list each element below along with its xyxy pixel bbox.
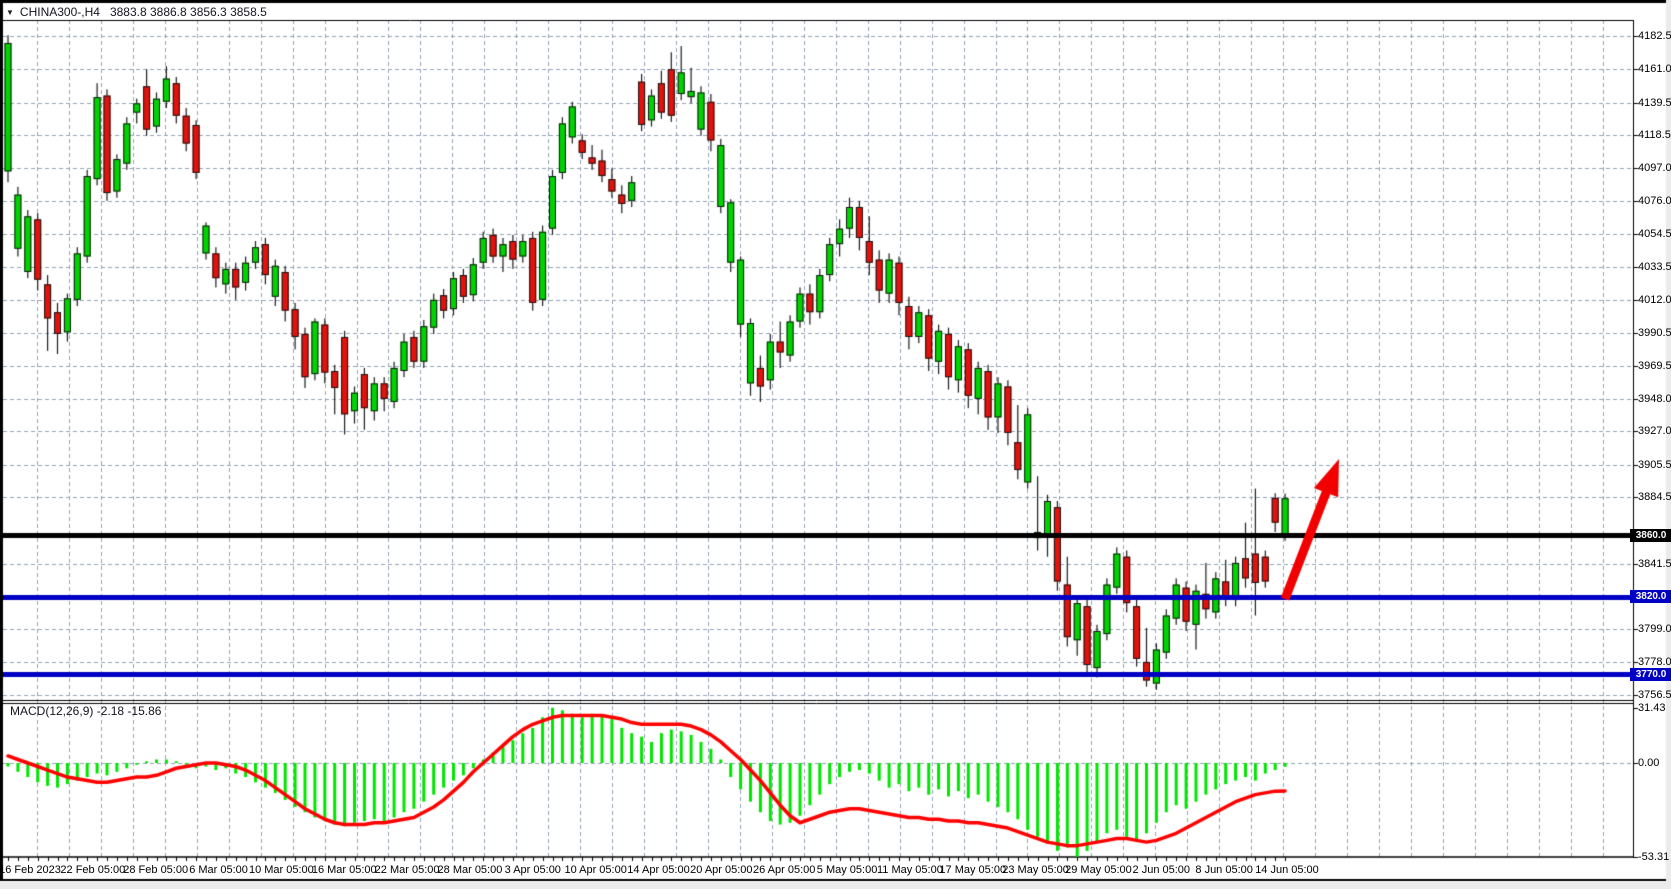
date-tick-label: 14 Apr 05:00 [627, 864, 689, 876]
price-tick-label: 3990.5 [1638, 327, 1671, 339]
date-tick-label: 20 Apr 05:00 [690, 864, 752, 876]
price-tick-label: 4118.5 [1638, 129, 1671, 141]
hline-price-badge-3820[interactable]: 3820.0 [1630, 590, 1671, 603]
date-tick-label: 16 Mar 05:00 [312, 864, 377, 876]
indicator-tick-label: 31.43 [1638, 702, 1666, 714]
price-tick-label: 3799.0 [1638, 623, 1671, 635]
macd-indicator-label: MACD(12,26,9) -2.18 -15.86 [10, 704, 161, 718]
price-tick-label: 3841.5 [1638, 558, 1671, 570]
date-tick-label: 29 May 05:00 [1065, 864, 1132, 876]
price-tick-label: 4033.5 [1638, 261, 1671, 273]
price-tick-label: 3927.0 [1638, 425, 1671, 437]
price-tick-label: 4076.0 [1638, 195, 1671, 207]
date-tick-label: 8 Jun 05:00 [1195, 864, 1253, 876]
symbol-period-label: CHINA300-,H4 [20, 5, 100, 19]
indicator-tick-label: 0.00 [1638, 757, 1659, 769]
hline-price-badge-3860[interactable]: 3860.0 [1630, 529, 1671, 542]
macd-values: -2.18 -15.86 [97, 704, 162, 718]
price-tick-label: 3778.0 [1638, 656, 1671, 668]
chart-window: ▼ CHINA300-,H4 3883.8 3886.8 3856.3 3858… [0, 0, 1671, 889]
date-tick-label: 2 Jun 05:00 [1133, 864, 1191, 876]
price-tick-label: 4182.5 [1638, 30, 1671, 42]
price-tick-label: 3905.5 [1638, 459, 1671, 471]
chart-titlebar: ▼ CHINA300-,H4 3883.8 3886.8 3856.3 3858… [6, 4, 267, 20]
date-tick-label: 5 May 05:00 [817, 864, 878, 876]
indicator-tick-label: -53.31 [1638, 851, 1669, 863]
symbol-dropdown-icon[interactable]: ▼ [6, 8, 14, 17]
price-tick-label: 4139.5 [1638, 97, 1671, 109]
date-tick-label: 16 Feb 2023 [0, 864, 61, 876]
macd-name: MACD(12,26,9) [10, 704, 93, 718]
date-tick-label: 10 Apr 05:00 [564, 864, 626, 876]
date-tick-label: 26 Apr 05:00 [753, 864, 815, 876]
price-tick-label: 3948.0 [1638, 393, 1671, 405]
date-tick-label: 28 Feb 05:00 [123, 864, 188, 876]
date-tick-label: 10 Mar 05:00 [249, 864, 314, 876]
date-tick-label: 6 Mar 05:00 [189, 864, 248, 876]
price-tick-label: 4161.0 [1638, 63, 1671, 75]
date-tick-label: 23 May 05:00 [1002, 864, 1069, 876]
date-tick-label: 11 May 05:00 [877, 864, 943, 876]
date-tick-label: 22 Mar 05:00 [375, 864, 440, 876]
price-tick-label: 4012.0 [1638, 294, 1671, 306]
date-tick-label: 3 Apr 05:00 [505, 864, 561, 876]
date-tick-label: 14 Jun 05:00 [1255, 864, 1319, 876]
price-tick-label: 3884.5 [1638, 491, 1671, 503]
ohlc-readout: 3883.8 3886.8 3856.3 3858.5 [110, 5, 267, 19]
price-tick-label: 3756.5 [1638, 689, 1671, 701]
price-tick-label: 3969.5 [1638, 360, 1671, 372]
price-chart-canvas[interactable] [0, 0, 1671, 889]
date-tick-label: 22 Feb 05:00 [60, 864, 125, 876]
price-tick-label: 4054.5 [1638, 228, 1671, 240]
date-tick-label: 28 Mar 05:00 [438, 864, 503, 876]
date-tick-label: 17 May 05:00 [939, 864, 1006, 876]
price-tick-label: 4097.0 [1638, 162, 1671, 174]
hline-price-badge-3770[interactable]: 3770.0 [1630, 668, 1671, 681]
